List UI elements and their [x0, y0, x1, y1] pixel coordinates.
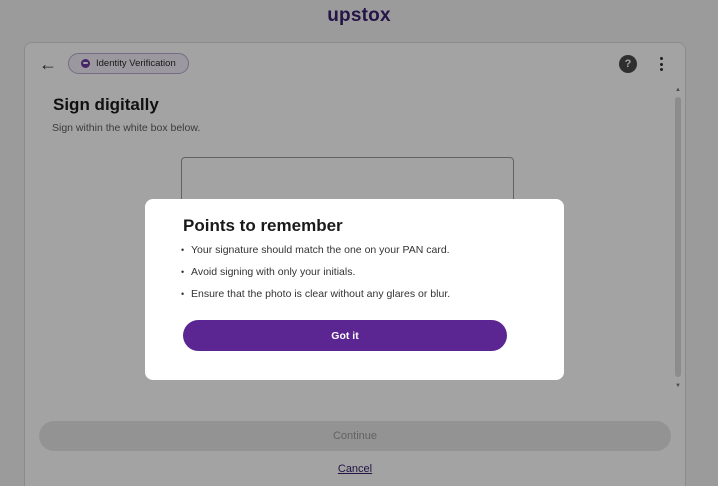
point-text: Ensure that the photo is clear without a… [191, 288, 451, 300]
bullet-icon: • [181, 289, 185, 299]
bullet-icon: • [181, 267, 185, 277]
point-item: • Ensure that the photo is clear without… [181, 287, 450, 309]
point-text: Avoid signing with only your initials. [191, 266, 356, 278]
point-item: • Your signature should match the one on… [181, 243, 450, 265]
point-text: Your signature should match the one on y… [191, 244, 450, 256]
points-list: • Your signature should match the one on… [181, 243, 450, 309]
bullet-icon: • [181, 245, 185, 255]
points-dialog: Points to remember • Your signature shou… [145, 199, 564, 380]
point-item: • Avoid signing with only your initials. [181, 265, 450, 287]
dialog-title: Points to remember [183, 216, 343, 235]
got-it-button[interactable]: Got it [183, 320, 507, 351]
